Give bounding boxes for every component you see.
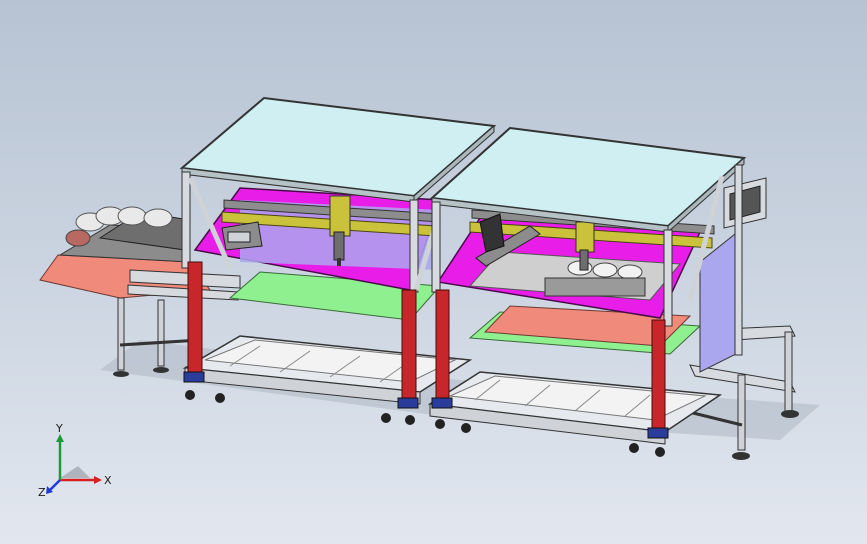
red-support-leg [187,261,203,373]
coordinate-triad: X Y Z [38,422,112,499]
leg-foot-block [183,371,205,383]
caster-wheel [215,393,225,403]
gripper-finger [227,231,251,243]
caster-wheel [435,419,445,429]
product-tray [544,277,646,297]
cad-viewport[interactable]: X Y Z [0,0,867,544]
z-axis-label: Z [38,486,46,499]
x-axis-label: X [104,474,112,487]
conveyor-leg [117,297,125,371]
x-axis-arrowhead [94,476,102,484]
tool-nozzle [337,258,341,266]
red-support-leg [651,319,666,433]
leg-foot-block [397,397,419,409]
y-axis-arrowhead [56,434,64,442]
outfeed-leg [784,331,793,413]
caster-wheel [405,415,415,425]
frame-post [409,199,419,293]
product-roll [617,264,643,280]
leg-foot-block [431,397,453,409]
gantry-carriage [575,221,595,253]
frame-post [181,171,191,269]
product-roll [117,206,147,226]
product-roll [592,262,618,278]
z-axis-head [333,231,345,261]
leveling-foot [781,410,799,418]
frame-post [734,164,743,356]
conveyor-leg [157,299,165,367]
frame-post [431,201,441,293]
caster-wheel [381,413,391,423]
product-roll [143,208,173,228]
glass-top-left [179,96,497,198]
caster-wheel [185,390,195,400]
triad-grey-wedge [60,466,90,478]
caster-wheel [461,423,471,433]
leveling-foot [732,452,750,460]
caster-wheel [655,447,665,457]
leveling-foot [153,367,169,373]
leg-foot-block [647,427,669,439]
red-support-leg [401,289,417,399]
gantry-carriage [329,195,351,237]
outfeed-leg [737,374,746,451]
y-axis-label: Y [55,422,63,435]
frame-post [663,229,673,327]
red-support-leg [435,289,450,399]
leveling-foot [113,371,129,377]
z-axis-arrow [49,479,61,491]
z-axis-head [579,249,589,271]
product-roll [65,229,91,247]
lavender-panel-right [699,228,741,373]
machine-assembly-model[interactable] [0,0,867,544]
caster-wheel [629,443,639,453]
